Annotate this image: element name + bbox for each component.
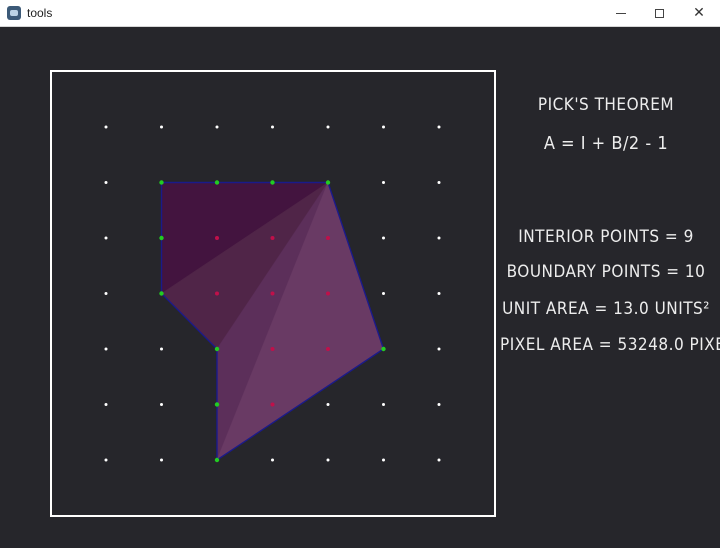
grid-point (104, 236, 108, 240)
grid-point (215, 125, 219, 129)
grid-point (104, 403, 108, 406)
grid-point (437, 458, 441, 462)
interior-points-readout: INTERIOR POINTS = 9 (518, 227, 694, 247)
boundary-points-readout: BOUNDARY POINTS = 10 (506, 262, 706, 282)
boundary-point (159, 291, 164, 296)
interior-point (326, 291, 330, 296)
grid-point (382, 458, 385, 462)
grid-point (382, 403, 385, 406)
grid-point (104, 458, 108, 462)
grid-point (104, 347, 108, 351)
boundary-point (325, 180, 331, 185)
grid-point (326, 403, 330, 406)
grid-point (160, 125, 163, 129)
grid-point (104, 125, 108, 129)
grid-point (160, 458, 163, 462)
interior-point (326, 236, 330, 240)
interior-point (326, 347, 330, 351)
interior-point (215, 291, 219, 296)
grid-point (437, 236, 441, 240)
grid-point (271, 458, 274, 462)
grid-point (160, 403, 163, 406)
grid-point (382, 292, 385, 295)
boundary-point (214, 457, 220, 463)
grid-point (326, 458, 330, 462)
interior-point (270, 347, 275, 351)
grid-point (437, 125, 441, 129)
boundary-point (214, 346, 220, 352)
theorem-title: PICK'S THEOREM (537, 95, 675, 115)
interior-point (270, 402, 275, 407)
grid-point (382, 236, 385, 240)
pixel-area-readout: PIXEL AREA = 53248.0 PIXELS² (500, 335, 720, 355)
grid-point (160, 347, 163, 351)
boundary-point (159, 235, 164, 241)
grid-point (437, 347, 441, 351)
grid-point (437, 403, 441, 406)
boundary-point (214, 402, 220, 407)
theorem-formula: A = I + B/2 - 1 (543, 133, 669, 154)
interior-point (270, 291, 275, 296)
grid-point (382, 125, 385, 129)
grid-point (271, 125, 274, 129)
grid-point (382, 181, 385, 184)
grid-point (326, 125, 330, 129)
unit-area-readout: UNIT AREA = 13.0 UNITS² (502, 299, 710, 319)
grid-point (104, 181, 108, 184)
grid-point (437, 292, 441, 295)
grid-point (104, 292, 108, 295)
boundary-point (270, 180, 275, 185)
grid-point (437, 181, 441, 184)
boundary-point (159, 180, 164, 185)
interior-point (215, 236, 219, 240)
boundary-point (381, 346, 386, 352)
interior-point (270, 236, 275, 240)
boundary-point (214, 180, 220, 185)
